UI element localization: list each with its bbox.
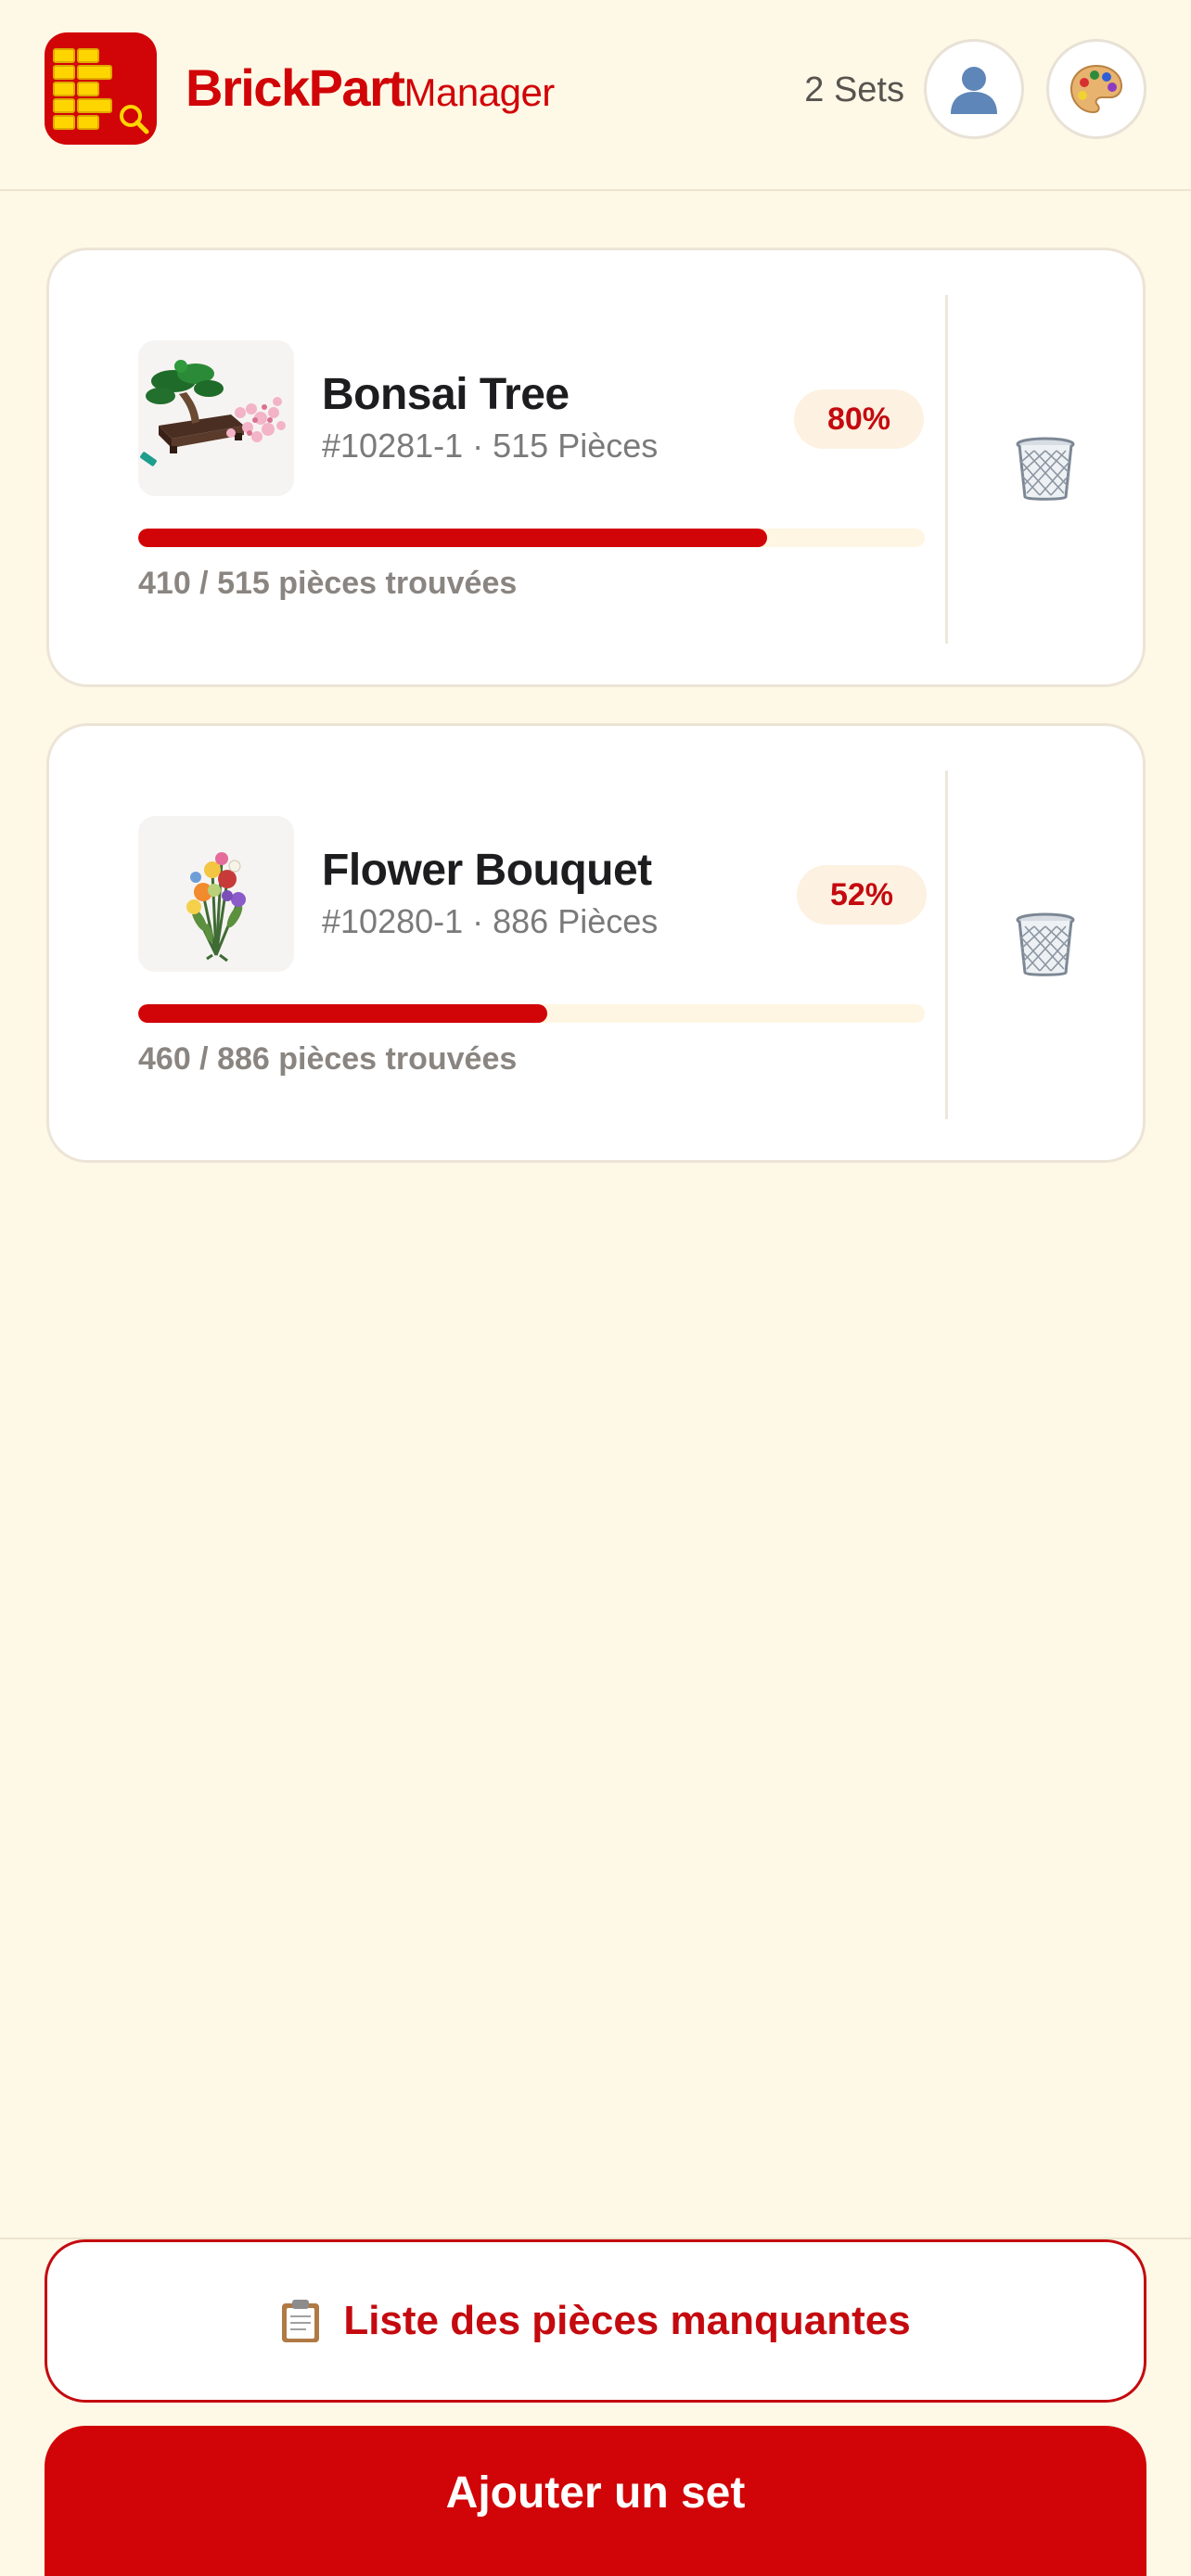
brand-sub: Manager bbox=[403, 70, 556, 114]
set-meta: #10280-1 · 886 Pièces bbox=[322, 902, 659, 940]
set-name: Flower Bouquet bbox=[322, 846, 652, 895]
add-set-button[interactable]: Ajouter un set bbox=[45, 2426, 1146, 2576]
progress-fill bbox=[138, 529, 768, 547]
missing-parts-label: Liste des pièces manquantes bbox=[343, 2298, 911, 2343]
trash-bin-icon bbox=[1016, 912, 1075, 976]
progress-bar bbox=[138, 1004, 925, 1023]
set-name: Bonsai Tree bbox=[322, 370, 570, 419]
missing-parts-button[interactable]: Liste des pièces manquantes bbox=[45, 2239, 1146, 2403]
add-set-label: Ajouter un set bbox=[445, 2468, 746, 2518]
app-header: BrickPart Manager 2 Sets bbox=[0, 0, 1191, 191]
set-card[interactable]: Flower Bouquet #10280-1 · 886 Pièces 52%… bbox=[46, 723, 1146, 1163]
progress-percent-badge: 52% bbox=[797, 865, 927, 925]
bonsai-tree-image bbox=[140, 360, 286, 466]
trash-bin-icon bbox=[1016, 437, 1075, 501]
set-meta: #10281-1 · 515 Pièces bbox=[322, 427, 659, 465]
app-logo bbox=[45, 32, 157, 145]
set-thumbnail bbox=[138, 816, 294, 972]
pieces-found-text: 460 / 886 pièces trouvées bbox=[138, 1041, 518, 1077]
progress-fill bbox=[138, 1004, 547, 1023]
sets-count: 2 Sets bbox=[804, 70, 904, 109]
user-silhouette-icon bbox=[951, 67, 997, 114]
set-thumbnail bbox=[138, 340, 294, 496]
delete-set-button[interactable] bbox=[948, 771, 1143, 1119]
progress-bar bbox=[138, 529, 925, 547]
set-card[interactable]: Bonsai Tree #10281-1 · 515 Pièces 80% 41… bbox=[46, 248, 1146, 687]
app-title: BrickPart Manager bbox=[186, 57, 555, 122]
progress-percent-badge: 80% bbox=[794, 389, 924, 449]
flower-bouquet-image bbox=[186, 852, 246, 963]
delete-set-button[interactable] bbox=[948, 295, 1143, 644]
palette-icon bbox=[1069, 64, 1123, 114]
brand-main: BrickPart bbox=[186, 58, 405, 117]
profile-button[interactable] bbox=[924, 39, 1024, 139]
clipboard-icon bbox=[282, 2300, 320, 2342]
brick-search-logo-icon bbox=[53, 48, 149, 134]
theme-button[interactable] bbox=[1046, 39, 1146, 139]
pieces-found-text: 410 / 515 pièces trouvées bbox=[138, 566, 518, 601]
